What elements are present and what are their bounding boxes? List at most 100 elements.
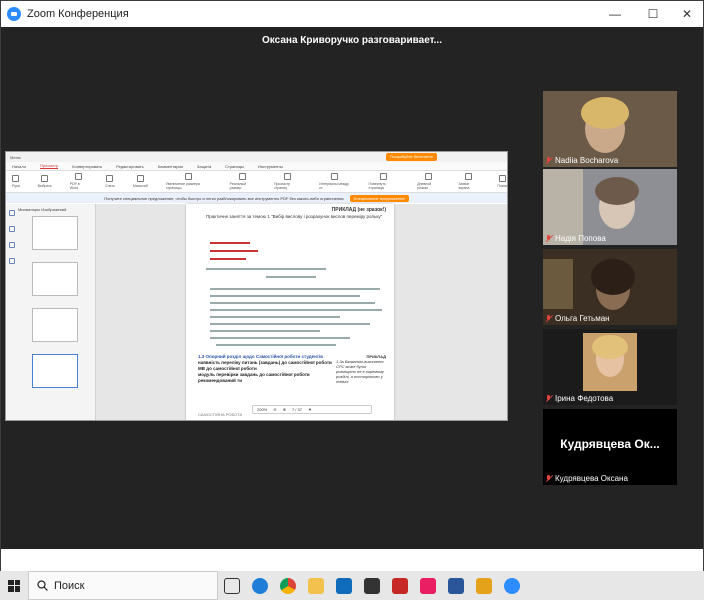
pdf-toolbar: Рука Выбрать PDF в Word Снять Масштаб Ув… [6, 171, 507, 193]
search-icon [498, 175, 506, 182]
folder-button[interactable] [470, 571, 498, 600]
pdf-tab[interactable]: Начало [12, 164, 26, 169]
pdf-trial-badge[interactable]: Попробуйте бесплатно [386, 153, 437, 161]
pdf-tab[interactable]: Инструменты [258, 164, 283, 169]
mail-button[interactable] [330, 571, 358, 600]
pdf-tool[interactable]: Интервалы между ст. [319, 173, 350, 190]
minimize-button[interactable]: — [597, 1, 633, 27]
side-note: ПРИКЛАД 1.3а Вказаним-виконання СРС може… [336, 354, 386, 384]
close-button[interactable]: ✕ [669, 1, 704, 27]
page-thumbnail[interactable] [32, 308, 78, 342]
shared-screen[interactable]: Меню Попробуйте бесплатно Начало Просмот… [5, 151, 508, 421]
attachment-icon[interactable] [9, 258, 15, 264]
muted-mic-icon [546, 235, 552, 242]
participant-name: Nadiia Bocharova [546, 156, 618, 165]
participant-name-display: Кудрявцева Ок... [560, 437, 660, 451]
page-indicator[interactable]: 7 / 37 [292, 407, 302, 412]
side-icons [9, 210, 17, 264]
taskbar-search[interactable]: Поиск [28, 571, 218, 600]
page-thumbnail-selected[interactable] [32, 354, 78, 388]
pdf-tool[interactable]: Просмотр страниц [274, 173, 301, 190]
muted-mic-icon [546, 475, 552, 482]
window-title: Zoom Конференция [27, 8, 129, 20]
maximize-button[interactable]: ☐ [635, 1, 671, 27]
page-thumbnail[interactable] [32, 216, 78, 250]
start-button[interactable] [0, 571, 28, 600]
pdf-zoom-bar: 200% ⊖ ⊕ 7 / 37 ▼ [252, 405, 372, 414]
participant-tile[interactable]: Ірина Федотова [543, 329, 677, 405]
pdf-tool[interactable]: Снять [105, 175, 115, 188]
app-icon [420, 577, 436, 594]
store-button[interactable] [358, 571, 386, 600]
zoom-logo-icon [7, 7, 21, 21]
thumbnail-panel: Миниатюры Изображений [6, 204, 96, 420]
explorer-button[interactable] [302, 571, 330, 600]
word-icon [74, 173, 82, 180]
pdf-tool[interactable]: Повернуть страницы [369, 173, 400, 190]
title-bar: Zoom Конференция — ☐ ✕ [1, 1, 703, 27]
word-icon [448, 577, 464, 594]
cursor-icon [41, 175, 49, 182]
zoom-icon [504, 577, 520, 594]
chrome-button[interactable] [274, 571, 302, 600]
thumbnails-icon[interactable] [9, 210, 15, 216]
participant-tile[interactable]: Кудрявцева Ок... Кудрявцева Оксана [543, 409, 677, 485]
pdf-tab-active[interactable]: Просмотр [39, 163, 59, 169]
pdf-tab[interactable]: Редактировать [116, 164, 144, 169]
bookmark-icon[interactable] [9, 226, 15, 232]
pdf-tab[interactable]: Конвертировать [72, 164, 102, 169]
pdf-tool[interactable]: Дневной режим [417, 173, 440, 190]
pdf-tab[interactable]: Защита [197, 164, 211, 169]
windows-logo-icon [8, 579, 20, 592]
comment-icon[interactable] [9, 242, 15, 248]
thumbnails-label: Миниатюры Изображений [18, 207, 67, 212]
zoom-level[interactable]: 200% [257, 407, 267, 412]
edge-button[interactable] [246, 571, 274, 600]
media-button[interactable] [386, 571, 414, 600]
page-thumbnail[interactable] [32, 262, 78, 296]
muted-mic-icon [546, 315, 552, 322]
word-button[interactable] [442, 571, 470, 600]
pdf-tool[interactable]: PDF в Word [70, 173, 87, 190]
pdf-title-bar: Меню Попробуйте бесплатно [6, 152, 507, 162]
special-offer-button[interactable]: Специальное предложение [349, 194, 409, 202]
app-button[interactable] [414, 571, 442, 600]
pdf-page: ПРИКЛАД (не зразок!) Практичне заняття з… [186, 204, 394, 420]
participant-name: Ірина Федотова [546, 394, 613, 403]
pdf-tool[interactable]: Реальный размер [230, 173, 256, 190]
page-heading: ПРИКЛАД (не зразок!) [331, 207, 386, 213]
pdf-tool[interactable]: Выбрать [38, 175, 52, 188]
chrome-icon [280, 577, 296, 594]
folder-icon [476, 577, 492, 594]
pdf-tool[interactable]: Масштаб [133, 175, 148, 188]
pdf-tool[interactable]: Рука [12, 175, 20, 188]
rotate-icon [380, 173, 388, 180]
next-page-icon[interactable]: ▼ [308, 407, 312, 412]
day-mode-icon [425, 173, 433, 180]
pdf-tab[interactable]: Страницы [225, 164, 244, 169]
zoom-out-icon[interactable]: ⊖ [273, 407, 276, 412]
participant-name: Кудрявцева Оксана [546, 474, 628, 483]
section-title: 1.3 Опорний розділ щодо Самостійної робо… [198, 354, 332, 383]
page-fit-icon [185, 173, 193, 180]
participant-tile[interactable]: Надія Попова [543, 169, 677, 245]
muted-mic-icon [546, 157, 552, 164]
pdf-tab[interactable]: Комментарии [158, 164, 183, 169]
search-placeholder: Поиск [54, 579, 85, 592]
participant-tile[interactable]: Nadiia Bocharova [543, 91, 677, 167]
edge-icon [252, 577, 268, 594]
pdf-tool[interactable]: Увеличение размера страницы [166, 173, 212, 190]
pdf-tool[interactable]: Поиск [497, 175, 507, 188]
pdf-tool[interactable]: Захват экрана [458, 173, 479, 190]
pdf-app-name: Меню [10, 154, 21, 160]
page-subtitle: Практичне заняття за темою 1 "Вибір висл… [206, 214, 383, 219]
notice-text: Получите специальное предложение, чтобы … [104, 195, 344, 201]
zoom-in-icon[interactable]: ⊕ [283, 407, 286, 412]
zoom-taskbar-button[interactable] [498, 571, 526, 600]
zoom-bottom-strip [1, 549, 703, 571]
task-view-button[interactable] [218, 571, 246, 600]
mail-icon [336, 577, 352, 594]
pdf-promo-notice: Получите специальное предложение, чтобы … [6, 193, 507, 203]
participant-tile[interactable]: Ольга Гетьман [543, 249, 677, 325]
crop-icon [106, 175, 114, 182]
